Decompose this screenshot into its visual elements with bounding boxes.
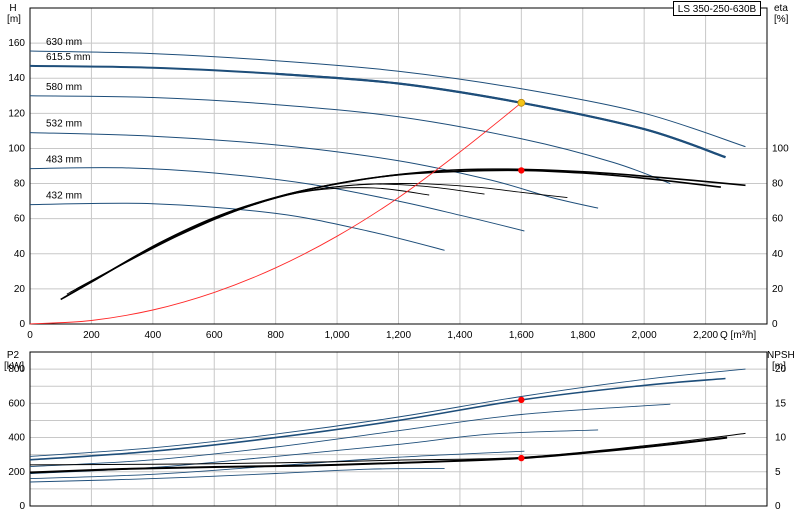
x-tick-label: 1,000	[325, 330, 350, 341]
top-left-axis-label-name: H	[9, 3, 16, 14]
x-tick-label: 0	[27, 330, 33, 341]
top-right-tick-label: 100	[772, 143, 789, 154]
top-right-axis-label-unit: [%]	[774, 14, 789, 25]
bottom-right-axis-label-unit: [m]	[772, 361, 786, 372]
x-tick-label: 200	[83, 330, 100, 341]
duty-point-head	[517, 98, 526, 107]
head-curve-label: 532 mm	[46, 119, 82, 130]
x-tick-label: 1,600	[509, 330, 534, 341]
x-tick-label: 1,200	[386, 330, 411, 341]
top-right-tick-label: 0	[772, 319, 778, 330]
efficiency-curve	[63, 168, 746, 299]
top-left-tick-label: 160	[8, 38, 25, 49]
top-right-axis-label-name: eta	[774, 3, 788, 14]
head-curve-label: 630 mm	[46, 37, 82, 48]
x-tick-label: 1,800	[570, 330, 595, 341]
x-tick-label: 2,200	[693, 330, 718, 341]
head-curve-label: 615.5 mm	[46, 52, 90, 63]
top-left-tick-label: 40	[14, 249, 26, 260]
bottom-right-tick-label: 15	[775, 398, 787, 409]
top-right-tick-label: 40	[772, 249, 784, 260]
bottom-right-tick-label: 10	[775, 433, 787, 444]
head-curve	[29, 64, 726, 159]
top-left-tick-label: 20	[14, 284, 26, 295]
bottom-right-axis-label-name: NPSH	[767, 350, 795, 361]
top-left-tick-label: 120	[8, 108, 25, 119]
bottom-right-tick-label: 5	[775, 467, 781, 478]
selected-head-curve-segment	[275, 72, 726, 159]
x-tick-label: 800	[267, 330, 284, 341]
bottom-left-tick-label: 600	[8, 398, 25, 409]
bottom-left-axis-label-name: P2	[7, 350, 20, 361]
x-tick-label: 400	[144, 330, 161, 341]
power-curve	[29, 403, 671, 468]
duty-point-efficiency	[518, 167, 525, 174]
bottom-left-tick-label: 200	[8, 467, 25, 478]
efficiency-curve	[69, 183, 485, 293]
x-tick-label: 2,000	[632, 330, 657, 341]
power-curve	[29, 368, 746, 457]
head-curve	[29, 167, 525, 232]
top-left-tick-label: 60	[14, 214, 26, 225]
bottom-left-tick-label: 0	[19, 501, 25, 512]
head-curve	[29, 50, 746, 148]
top-right-tick-label: 60	[772, 214, 784, 225]
bottom-right-tick-label: 0	[775, 501, 781, 512]
head-curve-label: 432 mm	[46, 191, 82, 202]
head-curve-label: 483 mm	[46, 155, 82, 166]
pump-performance-chart: 0 20 40 60 80 100 120 140 160 0 20 40 60 80 100 0 200 400…	[0, 0, 800, 520]
top-left-axis-label-unit: [m]	[7, 14, 21, 25]
bottom-left-axis-label-unit: [kW]	[4, 361, 24, 372]
model-label-box: LS 350-250-630B	[673, 1, 761, 16]
x-tick-label: 1,400	[447, 330, 472, 341]
bottom-left-tick-label: 400	[8, 433, 25, 444]
top-left-tick-label: 100	[8, 143, 25, 154]
duty-point-power	[518, 396, 525, 404]
head-curve	[29, 95, 671, 185]
top-left-tick-label: 0	[19, 319, 25, 330]
efficiency-curve	[66, 183, 568, 295]
top-left-tick-label: 80	[14, 179, 26, 190]
performance-curves-svg: 0204060801001201401600204060801000 200 400…	[4, 3, 795, 512]
x-axis-label: Q [m³/h]	[720, 330, 756, 341]
top-left-tick-label: 140	[8, 73, 25, 84]
top-right-tick-label: 80	[772, 179, 784, 190]
duty-point-npsh	[518, 454, 525, 462]
x-tick-label: 600	[206, 330, 223, 341]
head-curve-label: 580 mm	[46, 82, 82, 93]
top-right-tick-label: 20	[772, 284, 784, 295]
power-curve	[29, 377, 726, 461]
